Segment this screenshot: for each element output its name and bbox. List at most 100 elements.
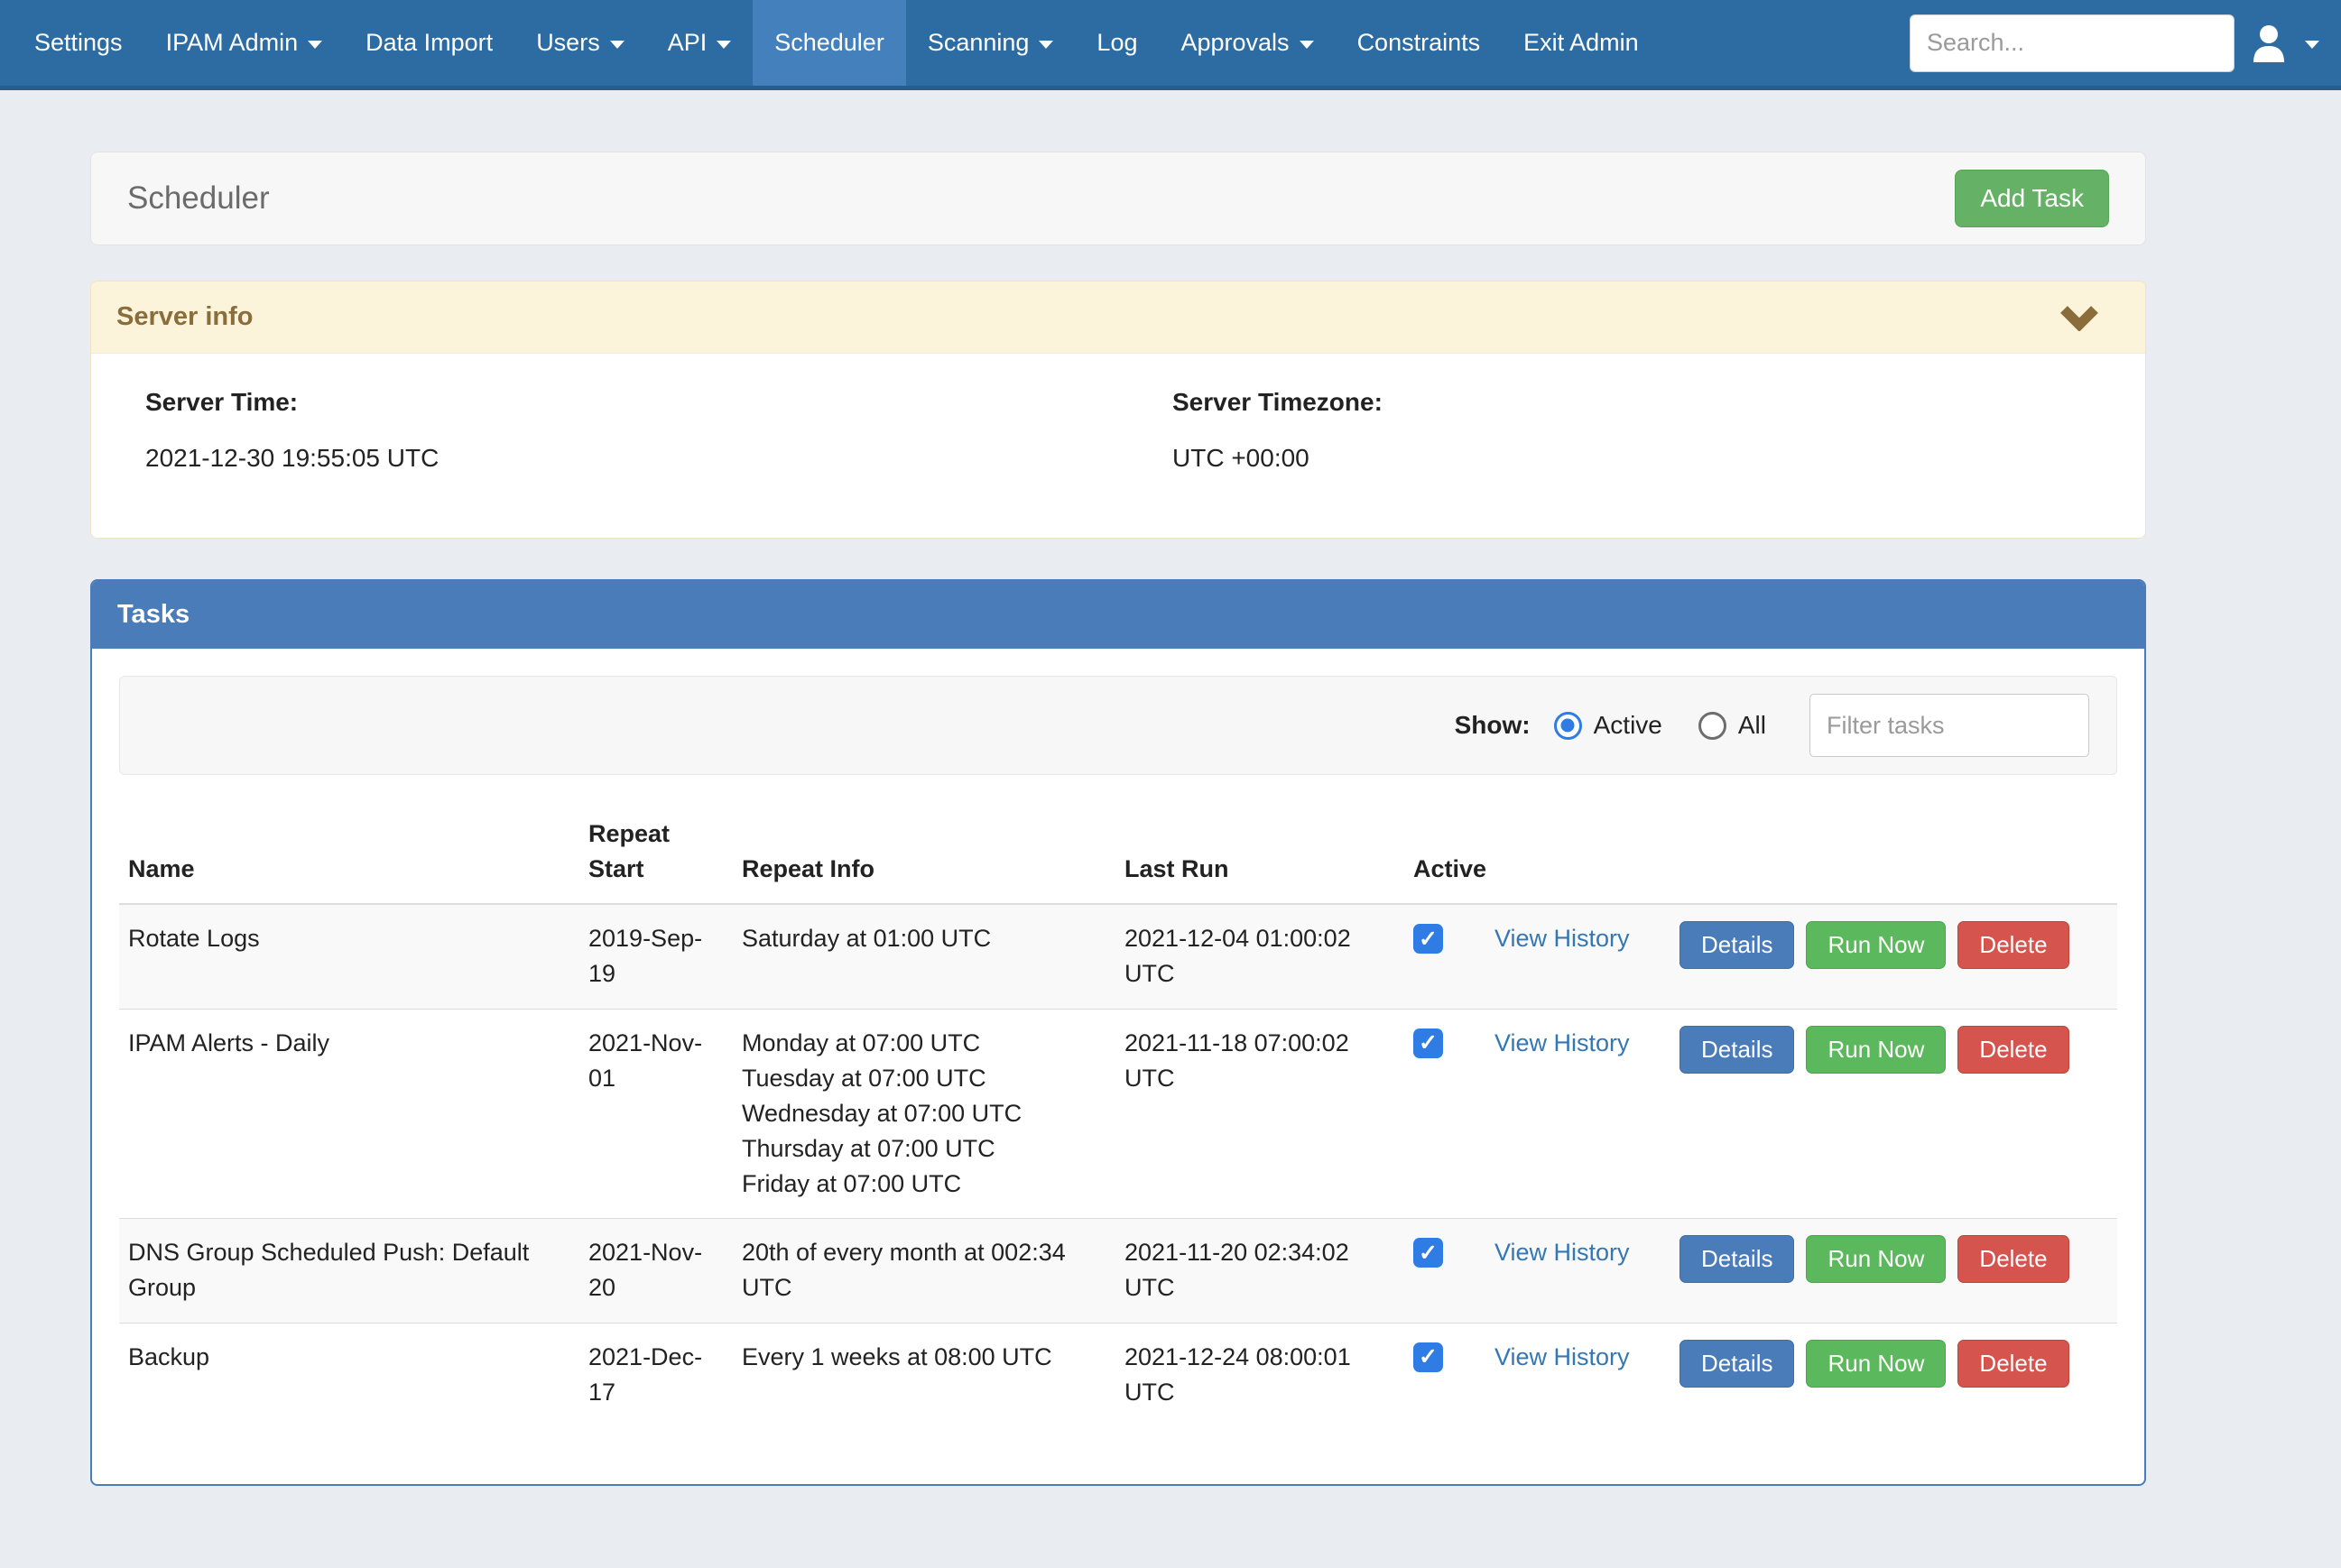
view-history-link[interactable]: View History [1494, 1343, 1630, 1370]
nav-item-scheduler[interactable]: Scheduler [753, 0, 906, 86]
chevron-down-icon [717, 41, 731, 49]
nav-item-label: Log [1096, 29, 1137, 57]
nav-item-exit-admin[interactable]: Exit Admin [1502, 0, 1661, 86]
delete-button[interactable]: Delete [1957, 921, 2068, 969]
add-task-button[interactable]: Add Task [1955, 170, 2109, 227]
server-time-label: Server Time: [145, 388, 1118, 417]
filter-tasks-input[interactable] [1809, 694, 2089, 757]
run-now-button[interactable]: Run Now [1806, 1235, 1946, 1283]
nav-item-label: Exit Admin [1523, 29, 1639, 57]
server-timezone-label: Server Timezone: [1172, 388, 2145, 417]
task-name-cell: DNS Group Scheduled Push: Default Group [119, 1219, 588, 1323]
column-header-actions [1679, 807, 2117, 904]
nav-item-data-import[interactable]: Data Import [344, 0, 514, 86]
server-info-header[interactable]: Server info [91, 281, 2145, 354]
table-row: Rotate Logs 2019-Sep-19 Saturday at 01:0… [119, 904, 2117, 1009]
nav-item-label: Settings [34, 29, 123, 57]
user-menu[interactable] [2251, 24, 2319, 62]
server-time-value: 2021-12-30 19:55:05 UTC [145, 444, 1118, 473]
task-name-cell: Rotate Logs [119, 904, 588, 1009]
actions-cell: Details Run Now Delete [1679, 1323, 2117, 1426]
delete-button[interactable]: Delete [1957, 1340, 2068, 1388]
last-run-cell: 2021-11-20 02:34:02 UTC [1124, 1219, 1413, 1323]
column-header-repeat-info: Repeat Info [742, 807, 1124, 904]
repeat-start-cell: 2019-Sep-19 [588, 904, 742, 1009]
search-input[interactable] [1911, 15, 2235, 71]
nav-item-settings[interactable]: Settings [13, 0, 144, 86]
table-header-row: Name Repeat Start Repeat Info Last Run A… [119, 807, 2117, 904]
table-row: IPAM Alerts - Daily 2021-Nov-01 Monday a… [119, 1009, 2117, 1219]
active-cell: ✓ [1413, 1323, 1494, 1426]
details-button[interactable]: Details [1679, 921, 1794, 969]
task-name-cell: Backup [119, 1323, 588, 1426]
view-history-link[interactable]: View History [1494, 925, 1630, 952]
radio-active-label[interactable]: Active [1594, 711, 1662, 740]
radio-all-label[interactable]: All [1738, 711, 1766, 740]
view-history-link[interactable]: View History [1494, 1029, 1630, 1056]
tasks-header-title: Tasks [117, 600, 190, 629]
filter-well: Show: Active All [119, 676, 2117, 775]
nav-item-label: Scanning [928, 29, 1030, 57]
table-row: Backup 2021-Dec-17 Every 1 weeks at 08:0… [119, 1323, 2117, 1426]
repeat-start-cell: 2021-Nov-01 [588, 1009, 742, 1219]
page-header-panel: Scheduler Add Task [90, 152, 2146, 245]
chevron-down-icon [1039, 41, 1053, 49]
nav-item-scanning[interactable]: Scanning [906, 0, 1076, 86]
active-checkbox[interactable]: ✓ [1413, 924, 1443, 954]
repeat-info-cell: 20th of every month at 002:34 UTC [742, 1219, 1124, 1323]
column-header-active: Active [1413, 807, 1494, 904]
user-icon [2251, 24, 2287, 62]
repeat-info-cell: Monday at 07:00 UTC Tuesday at 07:00 UTC… [742, 1009, 1124, 1219]
run-now-button[interactable]: Run Now [1806, 1340, 1946, 1388]
tasks-panel: Tasks Show: Active All [90, 579, 2146, 1486]
repeat-info-cell: Saturday at 01:00 UTC [742, 904, 1124, 1009]
nav-item-api[interactable]: API [646, 0, 754, 86]
details-button[interactable]: Details [1679, 1026, 1794, 1074]
active-cell: ✓ [1413, 1009, 1494, 1219]
active-checkbox[interactable]: ✓ [1413, 1342, 1443, 1372]
chevron-down-icon [1300, 41, 1314, 49]
repeat-start-cell: 2021-Nov-20 [588, 1219, 742, 1323]
table-row: DNS Group Scheduled Push: Default Group … [119, 1219, 2117, 1323]
collapse-chevron-icon [2059, 304, 2100, 331]
last-run-cell: 2021-11-18 07:00:02 UTC [1124, 1009, 1413, 1219]
radio-option-active[interactable]: Active [1554, 711, 1662, 740]
nav-item-log[interactable]: Log [1075, 0, 1159, 86]
details-button[interactable]: Details [1679, 1235, 1794, 1283]
history-cell: View History [1494, 1219, 1679, 1323]
active-checkbox[interactable]: ✓ [1413, 1028, 1443, 1058]
view-history-link[interactable]: View History [1494, 1239, 1630, 1266]
server-timezone-value: UTC +00:00 [1172, 444, 2145, 473]
active-cell: ✓ [1413, 904, 1494, 1009]
active-checkbox[interactable]: ✓ [1413, 1238, 1443, 1268]
server-info-body: Server Time: 2021-12-30 19:55:05 UTC Ser… [91, 354, 2145, 538]
delete-button[interactable]: Delete [1957, 1235, 2068, 1283]
nav-item-label: Approvals [1180, 29, 1289, 57]
actions-cell: Details Run Now Delete [1679, 904, 2117, 1009]
server-timezone-block: Server Timezone: UTC +00:00 [1118, 388, 2145, 473]
nav-item-label: Scheduler [774, 29, 884, 57]
column-header-name: Name [119, 807, 588, 904]
actions-cell: Details Run Now Delete [1679, 1009, 2117, 1219]
active-cell: ✓ [1413, 1219, 1494, 1323]
server-info-title: Server info [116, 302, 254, 332]
radio-active[interactable] [1554, 712, 1582, 740]
radio-all[interactable] [1698, 712, 1726, 740]
chevron-down-icon [2305, 41, 2319, 49]
nav-item-users[interactable]: Users [514, 0, 646, 86]
details-button[interactable]: Details [1679, 1340, 1794, 1388]
radio-option-all[interactable]: All [1698, 711, 1766, 740]
page-title: Scheduler [127, 180, 270, 217]
nav-item-label: IPAM Admin [166, 29, 299, 57]
run-now-button[interactable]: Run Now [1806, 1026, 1946, 1074]
show-label: Show: [1455, 711, 1531, 740]
delete-button[interactable]: Delete [1957, 1026, 2068, 1074]
column-header-history [1494, 807, 1679, 904]
run-now-button[interactable]: Run Now [1806, 921, 1946, 969]
nav-item-label: Data Import [365, 29, 493, 57]
nav-item-ipam-admin[interactable]: IPAM Admin [144, 0, 345, 86]
top-navbar: Settings IPAM Admin Data Import Users AP… [0, 0, 2341, 90]
nav-item-constraints[interactable]: Constraints [1336, 0, 1503, 86]
history-cell: View History [1494, 1009, 1679, 1219]
nav-item-approvals[interactable]: Approvals [1159, 0, 1335, 86]
